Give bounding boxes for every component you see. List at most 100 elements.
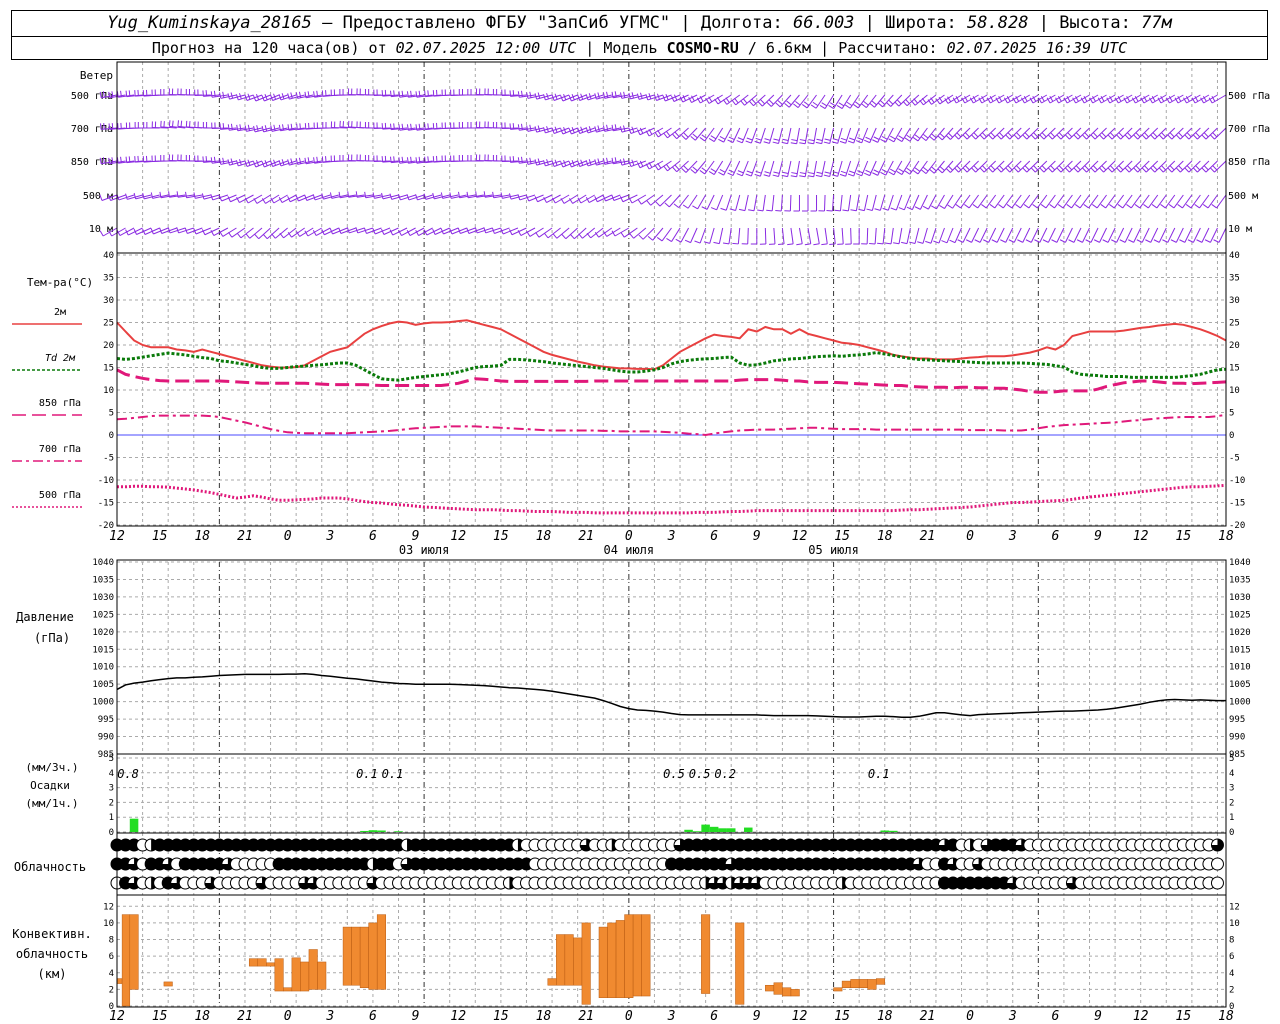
wind-barb-feather <box>1030 167 1036 173</box>
wind-barb-feather <box>655 201 661 207</box>
wind-barb-feather <box>236 232 242 239</box>
wind-barb-feather <box>1117 204 1124 209</box>
x-tick-label-bottom: 21 <box>578 1009 594 1024</box>
convective-bar <box>257 958 267 967</box>
x-tick-label: 3 <box>325 529 334 544</box>
wind-barb-feather <box>699 137 706 142</box>
wind-barb-feather <box>719 136 726 140</box>
x-tick-label: 21 <box>237 529 253 544</box>
date-label: 03 июля <box>399 543 450 557</box>
wind-barb-feather <box>1107 167 1113 173</box>
x-tick-label-bottom: 15 <box>834 1009 850 1024</box>
wind-barb <box>861 227 869 245</box>
wind-barb-shaft <box>960 194 971 209</box>
wind-barb-shaft <box>299 227 314 237</box>
wind-barb-feather <box>701 167 707 172</box>
wind-barb-feather <box>906 167 913 173</box>
wind-barb-feather <box>763 141 770 144</box>
wind-barb-feather <box>111 123 114 130</box>
wind-barb-feather <box>219 92 222 99</box>
wind-barb-shaft <box>1100 94 1116 104</box>
wind-barb-feather <box>594 159 597 166</box>
wind-barb-feather <box>790 175 797 178</box>
wind-barb-feather <box>1202 204 1209 209</box>
precip-bar <box>692 831 702 832</box>
wind-barb-feather <box>1133 167 1139 173</box>
precip-bar <box>701 824 710 832</box>
x-tick-label-bottom: 6 <box>369 1009 377 1024</box>
wind-barb-feather <box>168 120 171 127</box>
wind-barb <box>467 89 484 96</box>
wind-barb-feather <box>1111 239 1117 243</box>
wind-barb-feather <box>872 139 878 143</box>
x-tick-label: 0 <box>284 529 292 544</box>
wind-barb-shaft <box>824 94 835 109</box>
wind-barb-feather <box>390 156 392 163</box>
cloud-circle <box>1210 857 1224 871</box>
precip-tick-label: 3 <box>109 784 114 794</box>
wind-barb <box>972 194 988 209</box>
wind-barb-shaft <box>816 227 820 244</box>
wind-barb-feather <box>890 207 897 211</box>
wind-barb-feather <box>1162 239 1169 243</box>
wind-barb <box>853 228 860 245</box>
wind-barb <box>731 94 749 106</box>
wind-barb <box>458 122 476 129</box>
wind-barb <box>1211 194 1227 209</box>
wind-barb-feather <box>782 171 789 175</box>
wind-barb-feather <box>535 231 540 238</box>
wind-barb-shaft <box>804 160 809 177</box>
wind-barb <box>981 194 997 209</box>
wind-barb-shaft <box>1045 194 1056 209</box>
convective-tick-label: 8 <box>109 936 114 946</box>
wind-barb-feather <box>427 90 429 97</box>
temp-tick-label-right: -15 <box>1229 499 1245 509</box>
wind-barb <box>228 227 246 238</box>
x-tick-label: 0 <box>625 529 633 544</box>
precip-bar <box>726 828 736 832</box>
wind-barb-feather <box>1090 134 1096 140</box>
x-tick-label-bottom: 18 <box>1218 1009 1234 1024</box>
wind-barb <box>988 127 1005 140</box>
wind-barb-feather <box>808 172 815 175</box>
wind-barb-feather <box>1013 167 1019 173</box>
wind-barb <box>1099 127 1116 140</box>
wind-barb-feather <box>543 232 549 239</box>
wind-barb-feather <box>1064 134 1070 140</box>
wind-barb-feather <box>1050 165 1056 171</box>
wind-barb-feather <box>1109 165 1115 171</box>
convective-bar <box>875 978 886 985</box>
wind-barb-feather <box>764 138 771 141</box>
pressure-tick-label: 1025 <box>92 610 114 620</box>
wind-barb-feather <box>205 90 208 97</box>
x-tick-label-bottom: 6 <box>1051 1009 1059 1024</box>
wind-barb-feather <box>989 204 996 209</box>
wind-barb-feather <box>1047 167 1053 173</box>
wind-barb-feather <box>1192 134 1198 140</box>
temp-tick-label: 30 <box>103 296 114 306</box>
wind-barb-shaft <box>1028 194 1039 209</box>
wind-barb-shaft <box>944 194 954 209</box>
wind-barb-shaft <box>1135 94 1150 104</box>
wind-barb <box>638 227 655 240</box>
wind-barb <box>143 122 160 129</box>
wind-barb-shaft <box>936 194 945 210</box>
wind-barb-feather <box>710 207 717 211</box>
x-tick-label-bottom: 21 <box>920 1009 936 1024</box>
wind-barb-feather <box>142 192 145 199</box>
pressure-tick-label-right: 1015 <box>1229 645 1251 655</box>
wind-barb-feather <box>261 125 265 132</box>
wind-barb-feather <box>1134 204 1141 209</box>
convective-panel-group: 0 02 24 46 68 810 1012 12Конвективн.облачность(… <box>12 898 1240 1012</box>
convective-bar <box>632 914 642 997</box>
wind-barb-feather <box>180 120 183 127</box>
wind-barb-feather <box>828 104 834 109</box>
convective-bar <box>308 949 318 990</box>
convective-tick-label: 6 <box>109 952 114 962</box>
wind-barb-feather <box>782 138 789 142</box>
wind-barb <box>971 160 988 173</box>
convective-tick-label-right: 12 <box>1229 902 1240 912</box>
wind-barb-feather <box>848 170 855 174</box>
wind-barb-feather <box>210 91 213 98</box>
wind-barb-feather <box>939 166 945 171</box>
